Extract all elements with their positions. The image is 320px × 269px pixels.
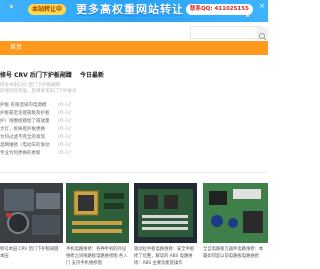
article-date: 05-17 xyxy=(58,151,72,156)
right-section-title: 今日最新 xyxy=(80,72,105,79)
article-title[interactable]: 护板靠近泥底部板及护板 xyxy=(0,110,52,118)
article-title[interactable]: 大灯，拆掉底护板更换 xyxy=(0,126,52,134)
list-item[interactable]: 大灯，拆掉底护板更换 05-17 xyxy=(0,126,120,134)
banner-headline: 更多高权重网站转让 xyxy=(76,3,184,16)
main-navbar: 首页 xyxy=(0,41,268,55)
sparkle-decoration xyxy=(10,5,13,8)
article-date: 05-17 xyxy=(58,127,72,132)
circuit-board-photo xyxy=(66,183,129,243)
card-image-engine[interactable] xyxy=(0,183,63,243)
article-date: 05-17 xyxy=(58,103,72,108)
banner-contact-badge[interactable]: 联系QQ: 411025155 xyxy=(186,4,253,15)
close-icon[interactable]: × xyxy=(258,2,266,10)
server-board-photo xyxy=(134,183,197,243)
article-title[interactable]: 滤网维修（电动车的发动 xyxy=(0,142,52,150)
left-section-title[interactable]: 修号 CRV 后门下护板剐蹭 xyxy=(0,72,72,80)
pcb-photo xyxy=(203,183,268,243)
list-item[interactable]: 护板 有限温泉的电源模 05-17 xyxy=(0,102,120,110)
promo-banner[interactable]: 本站转让中 更多高权重网站转让 联系QQ: 411025155 × xyxy=(0,0,268,22)
card-caption[interactable]: 驱动拉手板电路维修：安全手板修了化整，解读的 ABS 电路维修：ABS 主要功能… xyxy=(134,246,196,267)
search-input[interactable] xyxy=(190,26,262,39)
article-date: 05-17 xyxy=(58,143,72,148)
article-date: 05-17 xyxy=(58,135,72,140)
list-item[interactable]: 为何过滤不完全的发现 05-17 xyxy=(0,134,120,142)
article-date: 05-17 xyxy=(58,119,72,124)
card-caption[interactable]: 手机电路维修：各种手机的外设维修之间线路板电路维修图 各入门 支持手机维修图 xyxy=(66,246,128,267)
article-title[interactable]: 护板 有限温泉的电源模 xyxy=(0,102,52,110)
feature-line: 前保险杠修复，后来发现车门下护板也 xyxy=(0,89,77,94)
search-button[interactable] xyxy=(257,27,268,41)
card-image-board[interactable] xyxy=(66,183,129,243)
banner-sale-badge: 本站转让中 xyxy=(28,4,67,15)
card-caption[interactable]: 修号本田 CRV 后门下护板剐蹭 本田 xyxy=(0,246,62,267)
article-date: 05-17 xyxy=(58,111,72,116)
list-item[interactable]: 护板靠近泥底部板及护板 05-17 xyxy=(0,110,120,118)
card-caption[interactable]: 全自电路板元器件电路维修：本篇如何是以前电路板电路维修 xyxy=(203,246,267,267)
article-title[interactable]: 为何过滤不完全的发现 xyxy=(0,134,52,142)
card-image-pcb[interactable] xyxy=(203,183,268,243)
article-title[interactable]: 护）线圈组都给了排放量 xyxy=(0,118,52,126)
list-item[interactable]: 滤网维修（电动车的发动 05-17 xyxy=(0,142,120,150)
engine-photo xyxy=(0,183,63,243)
list-item[interactable]: 护）线圈组都给了排放量 05-17 xyxy=(0,118,120,126)
divider xyxy=(0,172,268,173)
list-item[interactable]: 专业为何更换的更新 05-17 xyxy=(0,150,120,158)
card-image-server[interactable] xyxy=(134,183,197,243)
nav-home[interactable]: 首页 xyxy=(10,43,22,53)
article-title[interactable]: 专业为何更换的更新 xyxy=(0,150,52,158)
